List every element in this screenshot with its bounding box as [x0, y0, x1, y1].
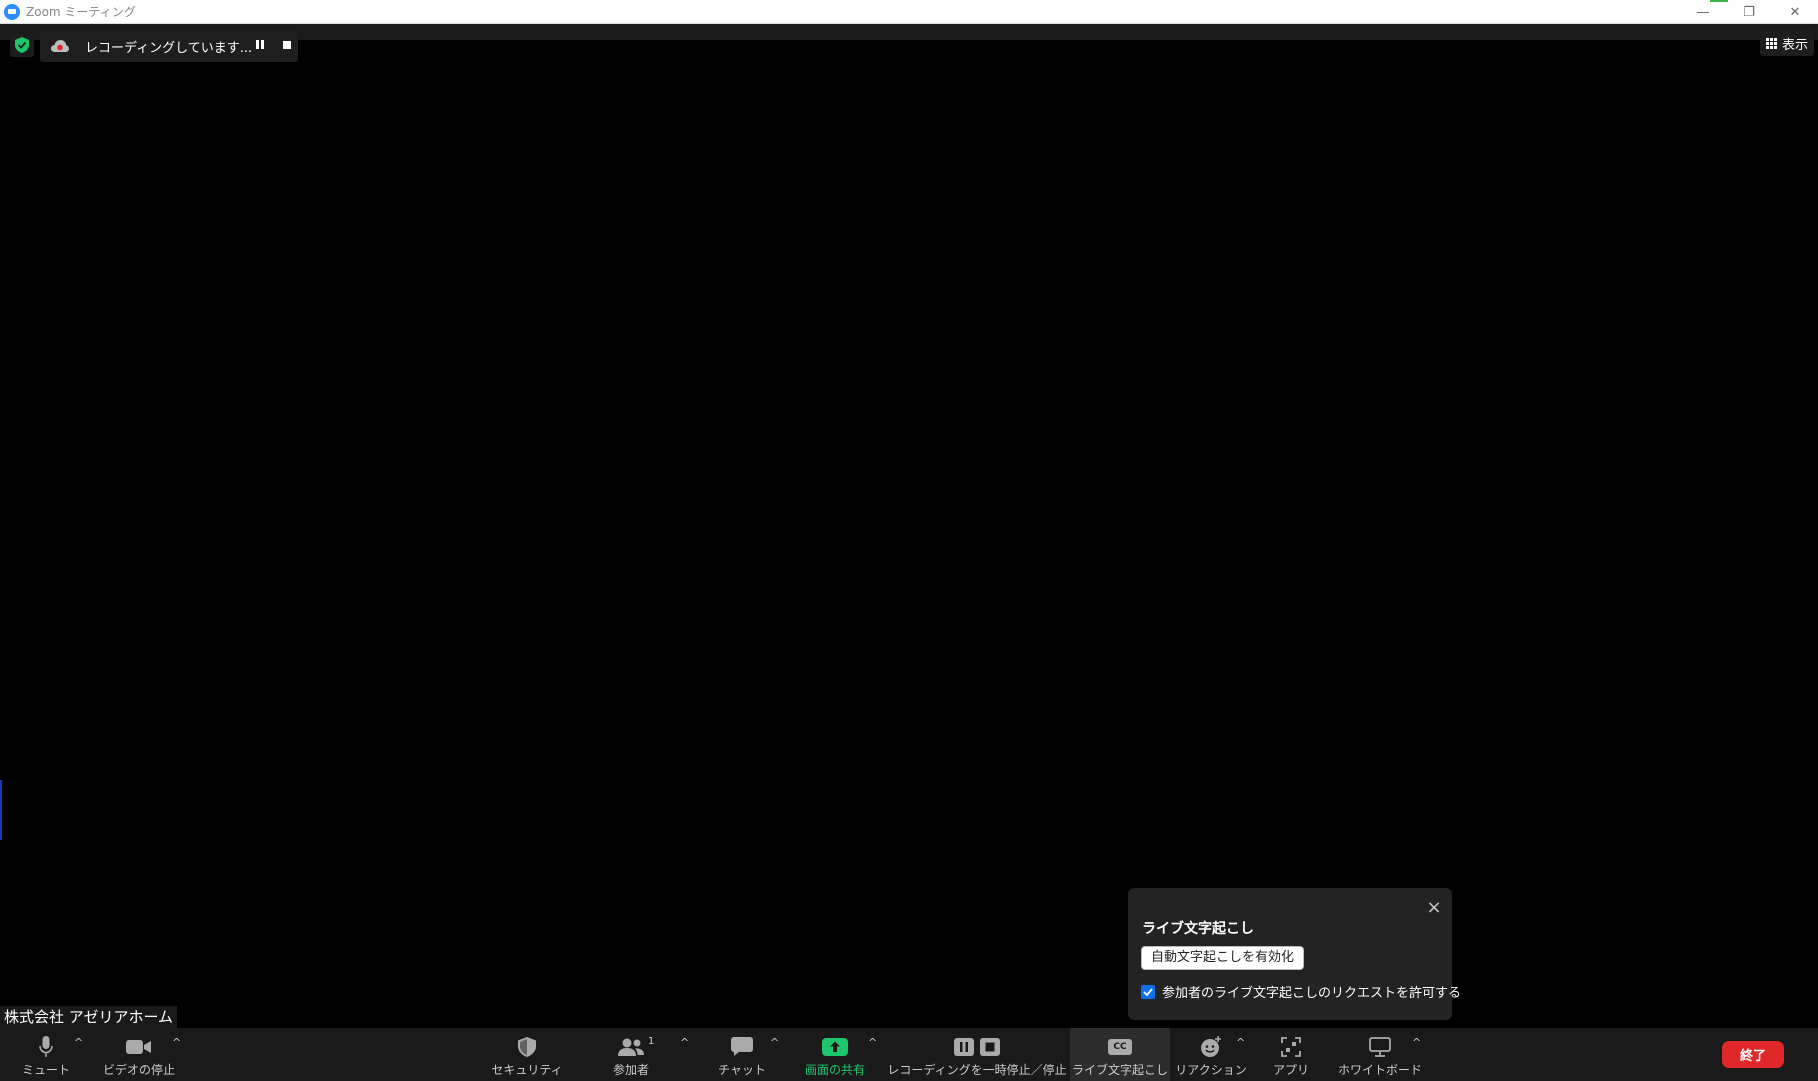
- live-transcription-popup: × ライブ文字起こし 自動文字起こしを有効化 参加者のライブ文字起こしのリクエス…: [1128, 888, 1461, 1020]
- recording-control-icons: [954, 1034, 1000, 1060]
- meeting-toolbar: ミュート ^ ビデオの停止 ^ セキュリティ 参加者 1 ^ チャット ^ 画面…: [0, 1028, 1818, 1081]
- stop-video-button[interactable]: ビデオの停止: [102, 1028, 176, 1081]
- recording-indicator: レコーディングしています...: [40, 30, 298, 62]
- window-controls: — ❐ ✕: [1680, 0, 1818, 24]
- chat-options-caret[interactable]: ^: [770, 1036, 779, 1049]
- live-transcription-button[interactable]: CC ライブ文字起こし: [1070, 1028, 1170, 1081]
- closed-caption-icon: CC: [1108, 1034, 1132, 1060]
- security-button[interactable]: セキュリティ: [491, 1028, 563, 1081]
- share-screen-button[interactable]: 画面の共有: [800, 1028, 870, 1081]
- participant-name-label: 株式会社 アゼリアホーム: [0, 1006, 178, 1028]
- zoom-window: Zoom ミーティング — ❐ ✕ レコーディングしています... 表示 株式会…: [0, 0, 1818, 1081]
- whiteboard-icon: [1369, 1034, 1391, 1060]
- recording-control-label: レコーディングを一時停止／停止: [887, 1063, 1067, 1077]
- video-camera-icon: [126, 1034, 152, 1060]
- allow-request-option[interactable]: 参加者のライブ文字起こしのリクエストを許可する: [1141, 982, 1461, 1001]
- apps-icon: [1281, 1034, 1301, 1060]
- whiteboard-button[interactable]: ホワイトボード: [1338, 1028, 1423, 1081]
- whiteboard-options-caret[interactable]: ^: [1412, 1036, 1421, 1049]
- view-label: 表示: [1781, 37, 1808, 53]
- chat-label: チャット: [718, 1063, 766, 1077]
- chat-button[interactable]: チャット: [718, 1028, 766, 1081]
- stop-recording-icon[interactable]: [283, 41, 291, 49]
- participants-options-caret[interactable]: ^: [680, 1036, 689, 1049]
- pause-icon: [954, 1038, 974, 1056]
- share-screen-label: 画面の共有: [804, 1063, 865, 1077]
- end-meeting-button[interactable]: 終了: [1722, 1041, 1784, 1068]
- participants-count: 1: [648, 1036, 655, 1047]
- meeting-top-overlay: [0, 24, 34, 66]
- microphone-icon: [39, 1034, 53, 1060]
- share-options-caret[interactable]: ^: [868, 1036, 877, 1049]
- security-label: セキュリティ: [491, 1063, 563, 1077]
- recording-control-button[interactable]: レコーディングを一時停止／停止: [887, 1028, 1067, 1081]
- whiteboard-label: ホワイトボード: [1338, 1063, 1423, 1077]
- allow-request-checkbox[interactable]: [1141, 984, 1155, 999]
- popup-title: ライブ文字起こし: [1142, 921, 1254, 937]
- stop-icon: [980, 1038, 1000, 1056]
- pause-recording-icon[interactable]: [254, 40, 266, 52]
- video-options-caret[interactable]: ^: [172, 1036, 181, 1049]
- participants-icon: [618, 1034, 644, 1060]
- view-button[interactable]: 表示: [1759, 30, 1814, 56]
- grid-view-icon: [1765, 37, 1777, 49]
- cloud-recording-icon: [51, 40, 69, 52]
- audio-options-caret[interactable]: ^: [74, 1036, 83, 1049]
- mute-label: ミュート: [22, 1063, 71, 1077]
- title-bar: Zoom ミーティング — ❐ ✕: [0, 0, 1818, 24]
- mute-button[interactable]: ミュート: [22, 1028, 70, 1081]
- restore-button[interactable]: ❐: [1726, 0, 1772, 24]
- share-screen-icon: [822, 1034, 848, 1060]
- close-window-button[interactable]: ✕: [1772, 0, 1818, 24]
- recording-status-text: レコーディングしています...: [85, 40, 253, 56]
- reaction-emoji-icon: [1200, 1034, 1222, 1060]
- allow-request-label: 参加者のライブ文字起こしのリクエストを許可する: [1162, 986, 1462, 1001]
- minimize-button[interactable]: —: [1680, 0, 1726, 24]
- participants-label: 参加者: [612, 1063, 649, 1077]
- reactions-button[interactable]: リアクション: [1175, 1028, 1247, 1081]
- window-title: Zoom ミーティング: [26, 5, 136, 19]
- security-shield-icon: [518, 1034, 536, 1060]
- live-transcription-label: ライブ文字起こし: [1071, 1063, 1168, 1077]
- reactions-label: リアクション: [1175, 1063, 1247, 1077]
- encryption-shield-icon[interactable]: [10, 33, 34, 57]
- reactions-options-caret[interactable]: ^: [1236, 1036, 1245, 1049]
- apps-label: アプリ: [1272, 1063, 1309, 1077]
- chat-bubble-icon: [731, 1034, 753, 1060]
- close-icon[interactable]: ×: [1426, 899, 1442, 917]
- stop-video-label: ビデオの停止: [102, 1063, 175, 1077]
- enable-auto-transcription-button[interactable]: 自動文字起こしを有効化: [1141, 946, 1305, 970]
- left-edge-marker: [0, 780, 2, 840]
- apps-button[interactable]: アプリ: [1270, 1028, 1312, 1081]
- zoom-app-icon: [4, 3, 20, 20]
